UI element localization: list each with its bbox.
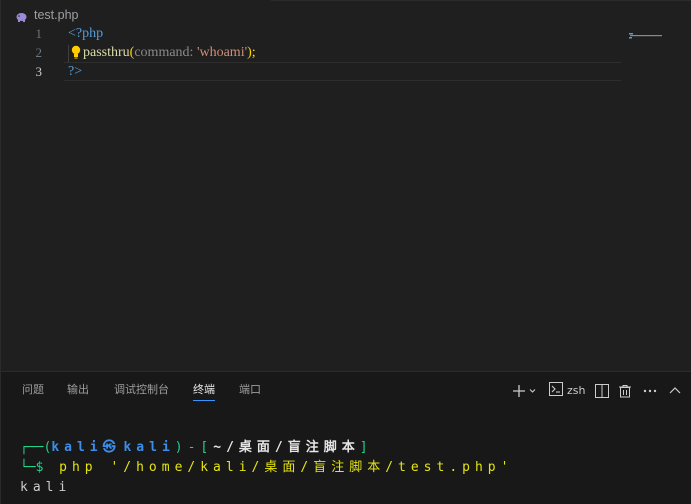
trash-icon[interactable] (618, 382, 632, 400)
prompt-separator: )-[ (174, 440, 214, 455)
chevron-up-icon[interactable] (668, 382, 682, 400)
tab-terminal[interactable]: 终端 (193, 382, 215, 401)
prompt-corner-top: ┌──( (20, 440, 52, 455)
php-elephant-icon (15, 9, 28, 22)
code-line: 2 passthru(command: 'whoami'); (1, 43, 621, 62)
php-open-tag: <?php (68, 26, 104, 41)
code-line: 1 <?php (1, 24, 621, 43)
code-text: passthru(command: 'whoami'); (83, 43, 256, 62)
tab-bar-border (271, 0, 691, 1)
more-icon[interactable] (643, 382, 657, 400)
code-area[interactable]: 1 <?php 2 passthru(command: 'whoami'); 3… (1, 24, 691, 104)
terminal-output-line: kali (20, 478, 71, 498)
terminal-profile[interactable]: zsh (549, 381, 585, 399)
file-tab-label: test.php (34, 8, 79, 22)
prompt-path: ~/桌面/盲注脚本 (213, 440, 360, 455)
tab-output[interactable]: 输出 (67, 382, 89, 400)
tab-debug-console[interactable]: 调试控制台 (114, 382, 169, 400)
terminal-profile-label: zsh (567, 383, 586, 397)
parameter-hint: command: (134, 45, 194, 60)
terminal-command-line: └─$ php '/home/kali/桌面/盲注脚本/test.php' (20, 458, 513, 478)
indent-guide (68, 45, 69, 62)
function-name: passthru (83, 45, 130, 60)
prompt-user: kali (51, 440, 103, 455)
line-number: 2 (35, 45, 43, 60)
code-text: ?> (68, 62, 82, 81)
add-terminal-icon[interactable] (512, 382, 536, 400)
editor: test.php 1 <?php 2 passthru(command: 'wh… (0, 0, 691, 371)
tab-ports[interactable]: 端口 (239, 382, 261, 400)
close-paren: ); (247, 45, 256, 60)
terminal-command: php '/home/kali/桌面/盲注脚本/test.php' (59, 460, 514, 475)
terminal-icon (549, 381, 563, 400)
prompt-host: kali (123, 440, 175, 455)
prompt-end: ] (359, 440, 368, 455)
terminal-prompt-line: ┌──(kali㉿ kali)-[~/桌面/盲注脚本] (20, 438, 368, 458)
file-tab[interactable]: test.php (15, 6, 78, 24)
minimap[interactable] (629, 24, 665, 39)
command-output: kali (20, 480, 72, 495)
code-text: <?php (68, 24, 103, 43)
php-close-tag: ?> (68, 64, 83, 79)
line-number: 3 (35, 64, 43, 79)
split-terminal-icon[interactable] (595, 382, 609, 400)
tab-problems[interactable]: 问题 (22, 382, 44, 400)
lightbulb-icon[interactable] (71, 44, 81, 60)
prompt-corner-bottom: └─$ (20, 460, 44, 475)
string-argument: 'whoami' (196, 45, 248, 60)
line-number: 1 (35, 26, 43, 41)
prompt-at-symbol: ㉿ (102, 440, 116, 455)
code-line: 3 ?> (1, 62, 621, 81)
